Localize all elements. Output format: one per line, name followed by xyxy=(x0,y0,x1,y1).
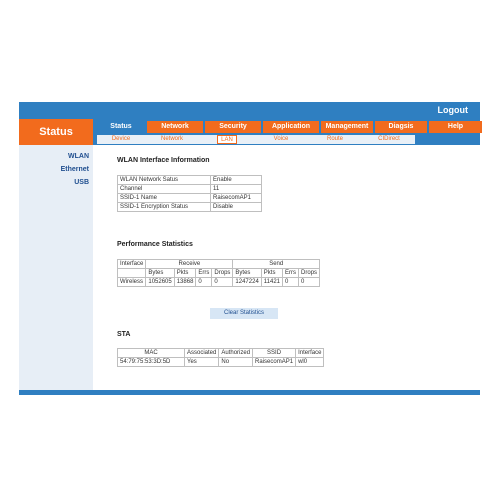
perf-subheader: Drops xyxy=(211,268,234,278)
tab-management[interactable]: Management xyxy=(321,121,373,133)
sta-header: Authorized xyxy=(218,348,254,358)
perf-subheader: Pkts xyxy=(173,268,197,278)
sta-value: RaisecomAP1 xyxy=(252,357,297,367)
table-row: MAC Associated Authorized SSID Interface xyxy=(117,348,325,358)
sta-header: Interface xyxy=(295,348,325,358)
nav-bar: Status Network Security Application Mana… xyxy=(93,119,482,145)
sta-header: SSID xyxy=(252,348,297,358)
tab-application[interactable]: Application xyxy=(263,121,319,133)
subtab-voice[interactable]: Voice xyxy=(255,135,307,144)
wlan-info-title: WLAN Interface Information xyxy=(117,157,210,164)
wlan-label: SSID-1 Encryption Status xyxy=(117,202,211,212)
tab-network[interactable]: Network xyxy=(147,121,203,133)
sidebar-item-usb[interactable]: USB xyxy=(74,179,89,186)
perf-value: 13868 xyxy=(173,277,197,287)
table-row: WLAN Network Satus Enable xyxy=(117,175,262,185)
table-row: Wireless 1052605 13868 0 0 1247224 11421… xyxy=(116,277,321,287)
tab-security[interactable]: Security xyxy=(205,121,261,133)
subtab-route[interactable]: Route xyxy=(307,135,363,144)
table-row: 54:79:75:53:3D:5D Yes No RaisecomAP1 wl0 xyxy=(117,357,325,367)
perf-table: Interface Receive Send Bytes Pkts Errs D… xyxy=(116,259,321,287)
wlan-value: RaisecomAP1 xyxy=(210,193,262,203)
tab-status[interactable]: Status xyxy=(97,121,145,133)
sta-title: STA xyxy=(117,331,131,338)
wlan-value: Disable xyxy=(210,202,262,212)
wlan-label: SSID-1 Name xyxy=(117,193,211,203)
subtab-network[interactable]: Network xyxy=(145,135,199,144)
sub-nav: Device Network LAN Voice Route CIDirect xyxy=(97,135,415,144)
perf-subheader: Pkts xyxy=(260,268,284,278)
wlan-value: Enable xyxy=(210,175,262,185)
sta-value: 54:79:75:53:3D:5D xyxy=(117,357,185,367)
tab-help[interactable]: Help xyxy=(429,121,482,133)
perf-value: 1247224 xyxy=(232,277,262,287)
top-bar: Logout xyxy=(19,102,480,119)
perf-interface: Wireless xyxy=(116,277,147,287)
perf-subheader: Errs xyxy=(282,268,300,278)
perf-empty-cell xyxy=(116,268,147,278)
perf-title: Performance Statistics xyxy=(117,241,193,248)
main-content: WLAN Interface Information WLAN Network … xyxy=(114,145,474,390)
clear-statistics-button[interactable]: Clear Statistics xyxy=(210,308,278,319)
subtab-cidirect[interactable]: CIDirect xyxy=(363,135,415,144)
sta-value: wl0 xyxy=(295,357,325,367)
main-nav: Status Network Security Application Mana… xyxy=(97,121,484,133)
table-row: Channel 11 xyxy=(117,184,262,194)
sta-header: MAC xyxy=(117,348,185,358)
sta-value: Yes xyxy=(183,357,220,367)
perf-subheader: Errs xyxy=(195,268,213,278)
perf-value: 0 xyxy=(211,277,234,287)
subtab-device[interactable]: Device xyxy=(97,135,145,144)
sta-value: No xyxy=(218,357,254,367)
perf-subheader: Bytes xyxy=(232,268,262,278)
perf-subheader: Bytes xyxy=(145,268,175,278)
perf-header-interface: Interface xyxy=(116,259,147,269)
wlan-label: Channel xyxy=(117,184,211,194)
perf-value: 0 xyxy=(282,277,300,287)
wlan-label: WLAN Network Satus xyxy=(117,175,211,185)
perf-header-receive: Receive xyxy=(145,259,234,269)
sidebar-item-ethernet[interactable]: Ethernet xyxy=(61,166,89,173)
perf-header-send: Send xyxy=(232,259,321,269)
table-row: SSID-1 Name RaisecomAP1 xyxy=(117,193,262,203)
router-admin-frame: Logout Status Status Network Security Ap… xyxy=(19,102,482,395)
perf-subheader: Drops xyxy=(298,268,321,278)
wlan-info-table: WLAN Network Satus Enable Channel 11 SSI… xyxy=(117,175,262,212)
table-row: Bytes Pkts Errs Drops Bytes Pkts Errs Dr… xyxy=(116,268,321,278)
perf-value: 0 xyxy=(298,277,321,287)
sidebar: WLAN Ethernet USB xyxy=(19,145,93,395)
tab-diagsis[interactable]: Diagsis xyxy=(375,121,427,133)
sidebar-item-wlan[interactable]: WLAN xyxy=(68,153,89,160)
table-row: SSID-1 Encryption Status Disable xyxy=(117,202,262,212)
perf-value: 11421 xyxy=(260,277,284,287)
perf-value: 1052605 xyxy=(145,277,175,287)
sta-header: Associated xyxy=(183,348,220,358)
subtab-lan[interactable]: LAN xyxy=(217,135,237,144)
bottom-bar xyxy=(19,390,480,395)
section-title: Status xyxy=(19,119,93,145)
logout-link[interactable]: Logout xyxy=(438,105,469,115)
wlan-value: 11 xyxy=(210,184,262,194)
perf-value: 0 xyxy=(195,277,213,287)
sta-table: MAC Associated Authorized SSID Interface… xyxy=(117,348,325,367)
table-row: Interface Receive Send xyxy=(116,259,321,269)
